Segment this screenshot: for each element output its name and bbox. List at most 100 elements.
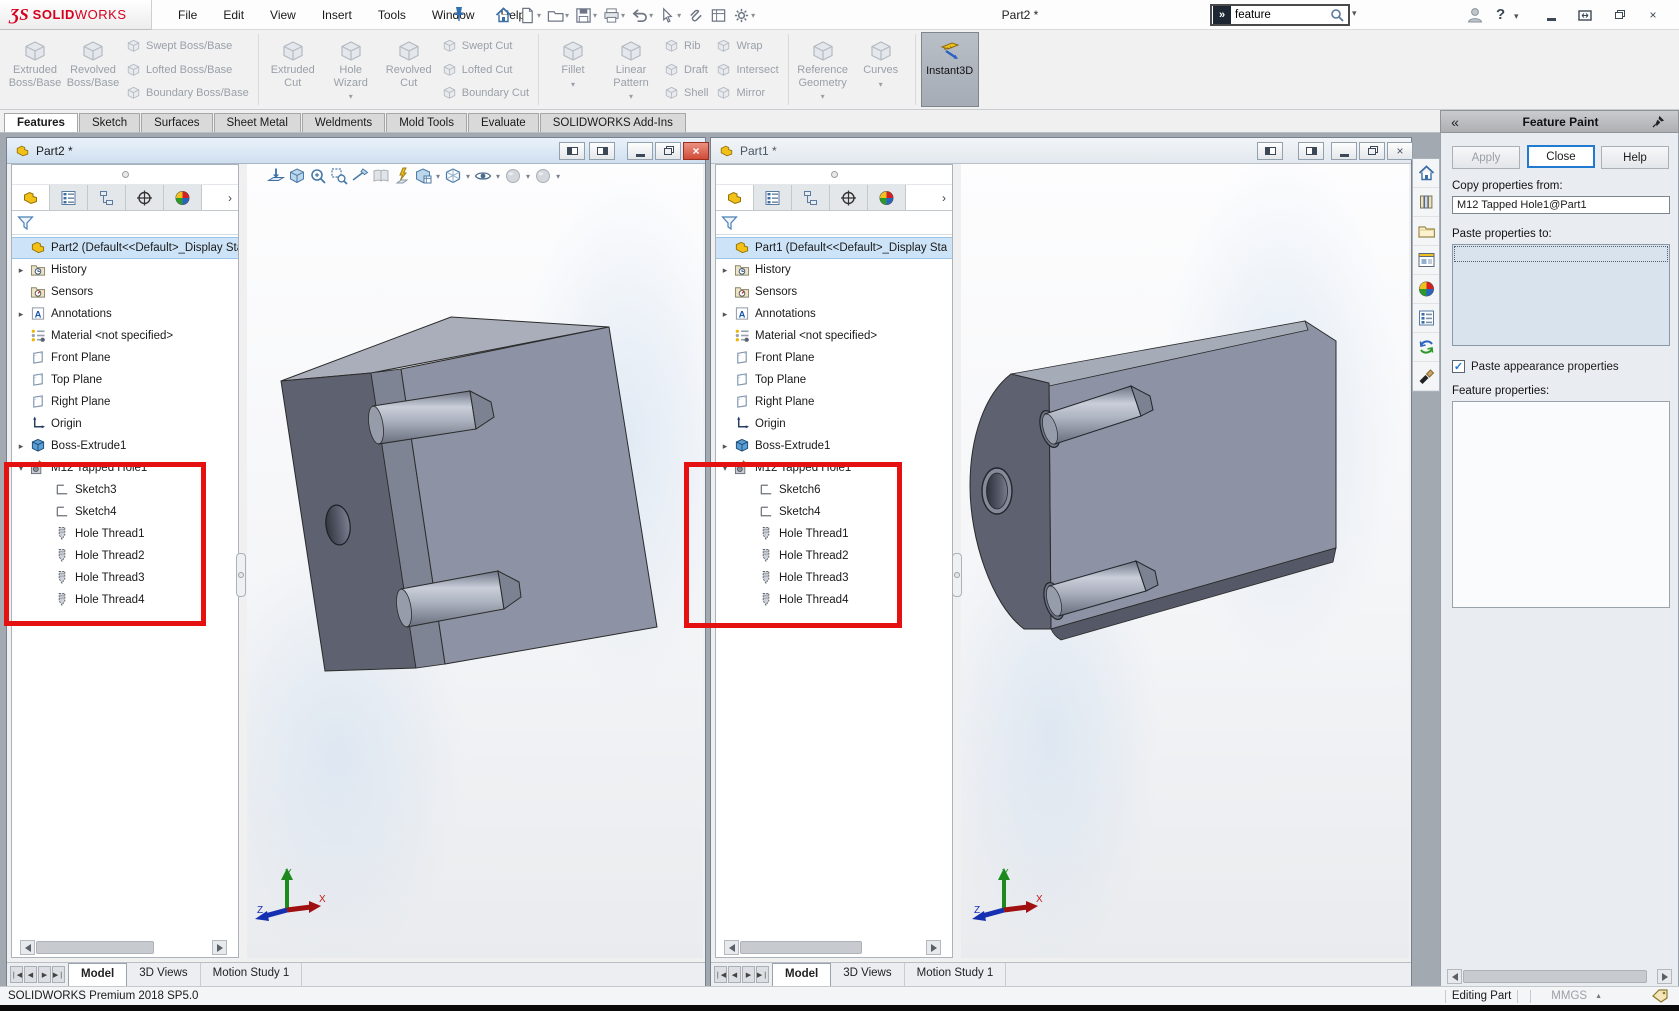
sheet-icon[interactable] bbox=[708, 5, 729, 26]
part2-3d-model[interactable] bbox=[251, 293, 671, 713]
expand-arrow-icon[interactable]: ▸ bbox=[716, 441, 734, 452]
minimize-window-button[interactable] bbox=[1331, 142, 1357, 160]
feature-manager-tab-display[interactable] bbox=[868, 185, 906, 210]
search-input[interactable] bbox=[1231, 9, 1330, 21]
section-view-icon[interactable] bbox=[351, 167, 369, 185]
tree-item-top-plane[interactable]: Top Plane bbox=[12, 369, 238, 391]
doc-tab-3d-views[interactable]: 3D Views bbox=[831, 963, 904, 986]
print-icon[interactable]: ▾ bbox=[601, 5, 627, 26]
tree-item-top-plane[interactable]: Top Plane bbox=[716, 369, 952, 391]
feature-manager-tab-part[interactable] bbox=[12, 185, 50, 210]
panel-scroll-thumb[interactable] bbox=[1463, 970, 1647, 983]
restore-window-button[interactable] bbox=[655, 142, 681, 160]
tab-features[interactable]: Features bbox=[4, 113, 78, 132]
part2-window-titlebar[interactable]: Part2 * × bbox=[7, 138, 705, 164]
help-icon[interactable]: ? bbox=[1496, 0, 1505, 30]
tree-item-history[interactable]: ▸History bbox=[716, 259, 952, 281]
dropdown-arrow-icon[interactable]: ▾ bbox=[879, 79, 883, 92]
ribbon-button-wrap[interactable]: Wrap bbox=[716, 36, 778, 56]
taskpane-view-palette-icon[interactable] bbox=[1413, 246, 1439, 275]
paste-appearance-checkbox[interactable]: ✓ Paste appearance properties bbox=[1452, 360, 1619, 373]
taskpane-home-icon[interactable] bbox=[1413, 159, 1439, 188]
split-right-button[interactable] bbox=[589, 142, 615, 160]
help-button[interactable]: Help bbox=[1601, 146, 1669, 169]
ribbon-button-intersect[interactable]: Intersect bbox=[716, 60, 778, 80]
tree-item-front-plane[interactable]: Front Plane bbox=[12, 347, 238, 369]
ribbon-button-revolved-boss-base[interactable]: RevolvedBoss/Base bbox=[64, 32, 122, 107]
pin-menu-icon[interactable] bbox=[452, 6, 466, 22]
close-window-button[interactable]: × bbox=[683, 142, 709, 160]
part1-window-titlebar[interactable]: Part1 * × bbox=[711, 138, 1411, 164]
feature-manager-tab-config[interactable] bbox=[792, 185, 830, 210]
ribbon-button-lofted-cut[interactable]: Lofted Cut bbox=[442, 60, 529, 80]
doc-tab-nav-buttons[interactable]: ❘◀◀▶▶❘ bbox=[7, 963, 68, 986]
doc-tab-3d-views[interactable]: 3D Views bbox=[127, 963, 200, 986]
expand-arrow-icon[interactable]: ▸ bbox=[12, 441, 30, 452]
minimize-app-button[interactable] bbox=[1538, 4, 1564, 26]
tab-sketch[interactable]: Sketch bbox=[79, 113, 140, 132]
tree-item-sensors[interactable]: Sensors bbox=[716, 281, 952, 303]
dropdown-arrow-icon[interactable]: ▾ bbox=[571, 79, 575, 92]
display-style-icon[interactable] bbox=[444, 167, 462, 185]
select-icon[interactable]: ▾ bbox=[657, 5, 683, 26]
restore-window-button[interactable] bbox=[1359, 142, 1385, 160]
tree-item-material-not-specified[interactable]: Material <not specified> bbox=[12, 325, 238, 347]
expand-arrow-icon[interactable]: ▸ bbox=[716, 265, 734, 276]
open-icon[interactable]: ▾ bbox=[545, 5, 571, 26]
feature-manager-tab-display[interactable] bbox=[164, 185, 202, 210]
split-right-button[interactable] bbox=[1298, 142, 1324, 160]
tree-item-origin[interactable]: Origin bbox=[716, 413, 952, 435]
dropdown-arrow-icon[interactable]: ▾ bbox=[556, 172, 560, 181]
menu-insert[interactable]: Insert bbox=[309, 0, 365, 30]
ribbon-button-extruded-boss-base[interactable]: ExtrudedBoss/Base bbox=[6, 32, 64, 107]
ribbon-button-reference-geometry[interactable]: ReferenceGeometry▾ bbox=[794, 32, 852, 107]
help-dropdown-icon[interactable]: ▾ bbox=[1514, 11, 1519, 22]
tree-item-right-plane[interactable]: Right Plane bbox=[716, 391, 952, 413]
graphics-viewport-part1[interactable]: Y X Z bbox=[961, 164, 1409, 958]
close-window-button[interactable]: × bbox=[1387, 142, 1413, 160]
settings-icon[interactable]: ▾ bbox=[731, 5, 757, 26]
feature-manager-tab-props[interactable] bbox=[50, 185, 88, 210]
viewport-splitter-handle[interactable] bbox=[952, 553, 962, 597]
tree-item-boss-extrude1[interactable]: ▸Boss-Extrude1 bbox=[716, 435, 952, 457]
close-app-button[interactable]: × bbox=[1640, 4, 1666, 26]
status-units-text[interactable]: MMGS bbox=[1551, 990, 1587, 1002]
view-selector-icon[interactable] bbox=[414, 167, 432, 185]
feature-manager-tab-config[interactable] bbox=[88, 185, 126, 210]
tree-item-history[interactable]: ▸History bbox=[12, 259, 238, 281]
user-account-icon[interactable] bbox=[1466, 6, 1484, 24]
ribbon-button-curves[interactable]: Curves▾ bbox=[852, 32, 910, 107]
menu-edit[interactable]: Edit bbox=[210, 0, 257, 30]
tree-item-sensors[interactable]: Sensors bbox=[12, 281, 238, 303]
ribbon-button-mirror[interactable]: Mirror bbox=[716, 83, 778, 103]
restore-app-button[interactable] bbox=[1606, 4, 1632, 26]
apply-button[interactable]: Apply bbox=[1452, 146, 1520, 169]
dropdown-arrow-icon[interactable]: ▾ bbox=[496, 172, 500, 181]
feature-manager-tab-props[interactable] bbox=[754, 185, 792, 210]
taskpane-custom-properties-icon[interactable] bbox=[1413, 304, 1439, 333]
pin-panel-icon[interactable] bbox=[1652, 115, 1678, 128]
panel-splitter-handle[interactable] bbox=[12, 165, 238, 185]
tree-item-material-not-specified[interactable]: Material <not specified> bbox=[716, 325, 952, 347]
tree-item-part2-default-default-display-sta[interactable]: Part2 (Default<<Default>_Display Sta bbox=[12, 237, 238, 259]
panel-scroll-left[interactable] bbox=[1447, 969, 1462, 984]
hide-show-items-icon[interactable] bbox=[474, 167, 492, 185]
tree-item-origin[interactable]: Origin bbox=[12, 413, 238, 435]
doc-tab-motion-study-1[interactable]: Motion Study 1 bbox=[905, 963, 1007, 986]
doc-tab-motion-study-1[interactable]: Motion Study 1 bbox=[201, 963, 303, 986]
tree-item-annotations[interactable]: ▸AAnnotations bbox=[12, 303, 238, 325]
taskpane-feature-paint-icon[interactable] bbox=[1413, 362, 1439, 391]
zoom-to-area-icon[interactable] bbox=[309, 167, 327, 185]
home-icon[interactable] bbox=[492, 4, 515, 26]
ribbon-button-shell[interactable]: Shell bbox=[664, 83, 708, 103]
dropdown-arrow-icon[interactable]: ▾ bbox=[436, 172, 440, 181]
tree-item-boss-extrude1[interactable]: ▸Boss-Extrude1 bbox=[12, 435, 238, 457]
ribbon-button-swept-cut[interactable]: Swept Cut bbox=[442, 36, 529, 56]
ribbon-button-hole-wizard[interactable]: HoleWizard▾ bbox=[322, 32, 380, 107]
span-displays-button[interactable] bbox=[1572, 4, 1598, 26]
paste-properties-list[interactable] bbox=[1452, 244, 1670, 346]
doc-tab-nav-buttons[interactable]: ❘◀◀▶▶❘ bbox=[711, 963, 772, 986]
appearances-icon[interactable] bbox=[504, 167, 522, 185]
zoom-to-fit-icon[interactable] bbox=[288, 167, 306, 185]
tab-surfaces[interactable]: Surfaces bbox=[141, 113, 212, 132]
